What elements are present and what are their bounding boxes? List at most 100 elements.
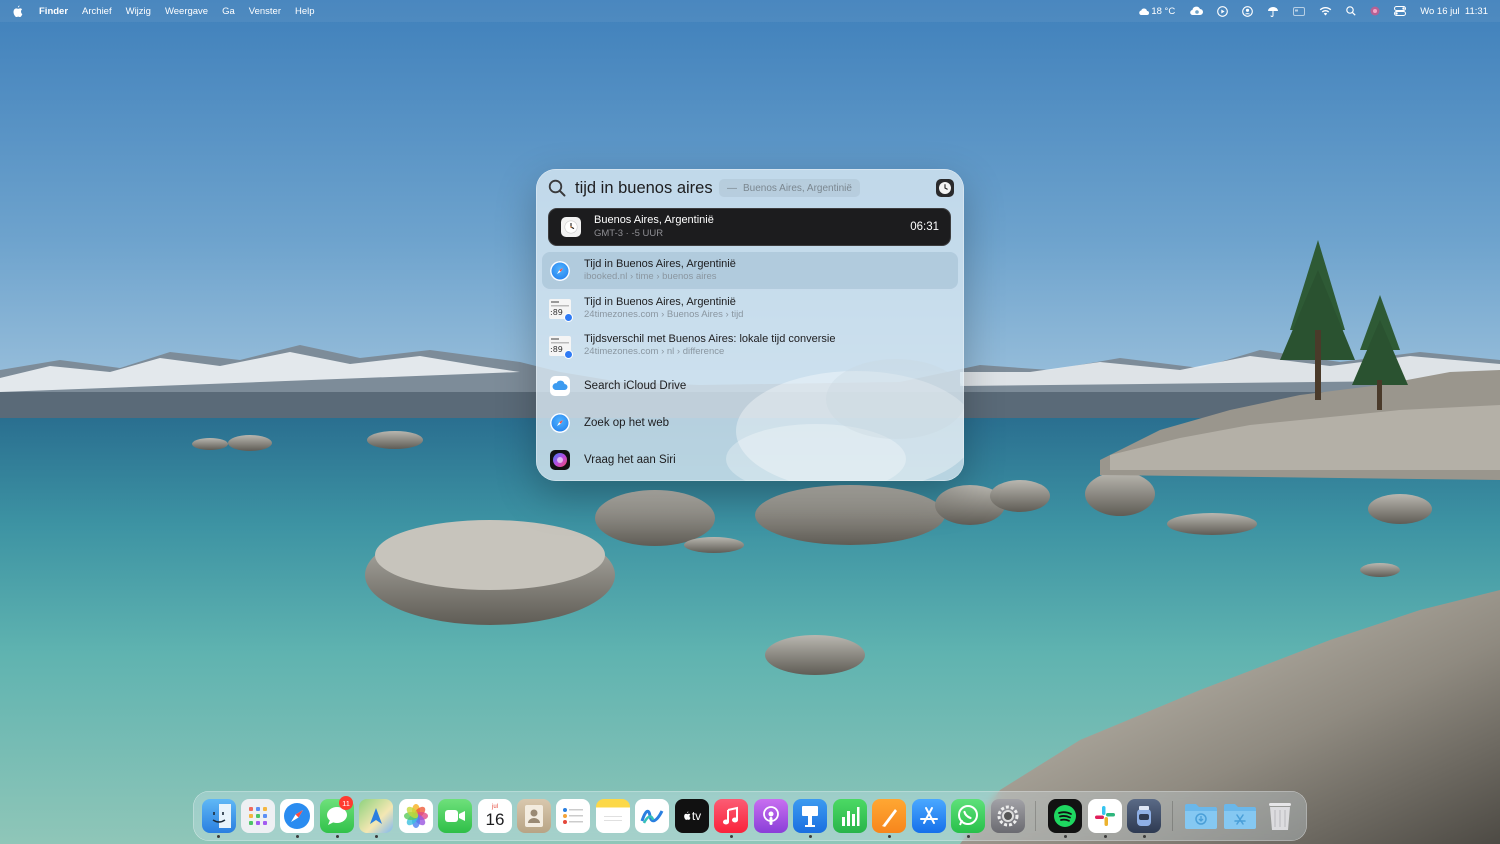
play-circle-icon[interactable]	[1217, 5, 1229, 17]
clock-icon	[561, 217, 581, 237]
dock: jul 16 tv	[193, 791, 1307, 841]
dock-notes[interactable]	[596, 799, 630, 833]
folder-icon	[1224, 804, 1256, 829]
menu-venster[interactable]: Venster	[249, 6, 281, 17]
spotify-icon	[1054, 805, 1076, 827]
user-circle-icon[interactable]	[1242, 5, 1254, 17]
result-title: Tijdsverschil met Buenos Aires: lokale t…	[584, 333, 836, 345]
dock-spotify[interactable]	[1048, 799, 1082, 833]
menu-archief[interactable]: Archief	[82, 6, 112, 17]
notes-lines-icon	[604, 816, 622, 821]
dock-freeform[interactable]	[635, 799, 669, 833]
bar-chart-icon	[842, 807, 860, 826]
pen-icon	[882, 809, 897, 827]
cloud-icon	[1139, 7, 1150, 15]
web-result[interactable]: Tijd in Buenos Aires, Argentinië ibooked…	[542, 252, 958, 289]
photos-flower-icon	[404, 804, 428, 828]
menu-ga[interactable]: Ga	[222, 6, 235, 17]
search-icon[interactable]	[1346, 6, 1356, 16]
dock-launchpad[interactable]	[241, 799, 275, 833]
podcast-icon	[763, 806, 779, 825]
dock-keynote[interactable]	[793, 799, 827, 833]
music-note-icon	[723, 806, 738, 825]
siri-icon[interactable]	[1370, 6, 1380, 16]
website-thumbnail-icon: :89	[548, 334, 573, 359]
weather-temperature: 18 °C	[1151, 5, 1176, 17]
result-subtitle: 24timezones.com › Buenos Aires › tijd	[584, 309, 744, 320]
web-result[interactable]: :89 Tijdsverschil met Buenos Aires: loka…	[542, 327, 958, 364]
action-label: Vraag het aan Siri	[584, 453, 676, 466]
dock-maps[interactable]	[359, 799, 393, 833]
tv-label: tv	[691, 809, 702, 823]
slack-icon	[1095, 806, 1115, 826]
dock-app-store[interactable]	[912, 799, 946, 833]
finder-icon	[212, 804, 231, 828]
dock-applications-folder[interactable]	[1223, 799, 1257, 833]
dock-tv[interactable]: tv	[675, 799, 709, 833]
map-arrow-icon	[370, 808, 382, 824]
dock-reminders[interactable]	[556, 799, 590, 833]
dock-whatsapp[interactable]	[951, 799, 985, 833]
icloud-icon	[548, 374, 572, 398]
result-title: Tijd in Buenos Aires, Argentinië	[584, 258, 736, 270]
result-subtitle: 24timezones.com › nl › difference	[584, 346, 725, 357]
svg-text::89: :89	[550, 308, 563, 317]
dock-contacts[interactable]	[517, 799, 551, 833]
trash-icon	[1269, 803, 1291, 830]
dock-numbers[interactable]	[833, 799, 867, 833]
dock-pages[interactable]	[872, 799, 906, 833]
gear-icon	[997, 805, 1019, 827]
dock-finder-app[interactable]	[1127, 799, 1161, 833]
messages-badge: 11	[339, 796, 353, 810]
dock-finder[interactable]	[202, 799, 236, 833]
safari-badge-icon	[564, 349, 573, 359]
spotlight-search-input[interactable]	[575, 178, 717, 198]
dock-system-settings[interactable]	[991, 799, 1025, 833]
dock-podcasts[interactable]	[754, 799, 788, 833]
dock-safari[interactable]	[280, 799, 314, 833]
search-web-action[interactable]: Zoek op het web	[542, 404, 958, 441]
menu-clock[interactable]: Wo 16 jul 11:31	[1420, 6, 1488, 17]
dock-slack[interactable]	[1088, 799, 1122, 833]
result-subtitle: ibooked.nl › time › buenos aires	[584, 271, 717, 282]
dock-trash[interactable]	[1263, 799, 1297, 833]
apple-logo-icon	[683, 811, 691, 820]
freeform-scribble-icon	[640, 809, 664, 824]
safari-icon	[284, 803, 310, 829]
keynote-podium-icon	[802, 806, 818, 827]
dock-facetime[interactable]	[438, 799, 472, 833]
creative-cloud-icon[interactable]	[1189, 6, 1204, 16]
dock-photos[interactable]	[399, 799, 433, 833]
menu-app-name[interactable]: Finder	[39, 6, 68, 17]
apple-menu-icon[interactable]	[12, 5, 23, 17]
ask-siri-action[interactable]: Vraag het aan Siri	[542, 441, 958, 478]
safari-icon	[548, 411, 572, 435]
launchpad-grid-icon	[249, 807, 267, 825]
search-icloud-drive-action[interactable]: Search iCloud Drive	[542, 367, 958, 404]
jar-icon	[1137, 806, 1151, 826]
spotlight-search-row: — Buenos Aires, Argentinië	[536, 169, 964, 207]
clock-offset: GMT-3 · -5 UUR	[594, 228, 664, 239]
menu-wijzig[interactable]: Wijzig	[126, 6, 151, 17]
clock-app-icon[interactable]	[936, 179, 954, 197]
dock-downloads-folder[interactable]	[1184, 799, 1218, 833]
svg-text::89: :89	[550, 345, 563, 354]
weather-widget[interactable]: 18 °C	[1138, 6, 1175, 17]
menu-weergave[interactable]: Weergave	[165, 6, 208, 17]
menu-help[interactable]: Help	[295, 6, 315, 17]
web-result[interactable]: :89 Tijd in Buenos Aires, Argentinië 24t…	[542, 290, 958, 327]
menu-bar: Finder Archief Wijzig Weergave Ga Venste…	[0, 0, 1500, 22]
card-icon[interactable]	[1293, 6, 1306, 16]
result-title: Tijd in Buenos Aires, Argentinië	[584, 296, 736, 308]
action-label: Search iCloud Drive	[584, 379, 687, 392]
dock-music[interactable]	[714, 799, 748, 833]
wifi-icon[interactable]	[1319, 6, 1332, 16]
umbrella-icon[interactable]	[1267, 6, 1279, 17]
clock-city: Buenos Aires, Argentinië	[594, 214, 714, 226]
app-store-icon	[920, 807, 938, 824]
world-clock-card[interactable]: Buenos Aires, Argentinië GMT-3 · -5 UUR …	[548, 208, 951, 246]
search-completion-suggestion[interactable]: — Buenos Aires, Argentinië	[719, 179, 860, 197]
safari-icon	[548, 259, 572, 283]
dock-calendar[interactable]: jul 16	[478, 799, 512, 833]
control-center-icon[interactable]	[1394, 6, 1407, 16]
